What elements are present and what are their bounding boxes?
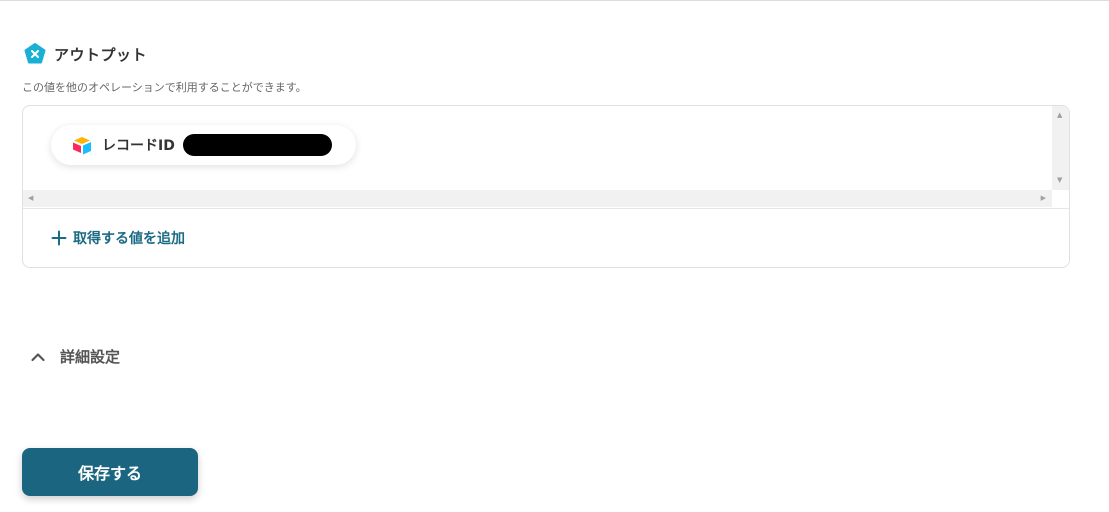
save-button[interactable]: 保存する: [22, 448, 198, 496]
airtable-icon: [73, 137, 91, 155]
advanced-settings-toggle[interactable]: 詳細設定: [30, 346, 120, 367]
scrollbar-corner: [1052, 190, 1069, 207]
output-section-description: この値を他のオペレーションで利用することができます。: [22, 81, 307, 94]
output-item-chip[interactable]: レコードID: [51, 125, 356, 165]
advanced-settings-label: 詳細設定: [60, 348, 121, 366]
vertical-scrollbar[interactable]: ▲ ▼: [1052, 106, 1069, 190]
chevron-up-icon: [31, 352, 45, 361]
output-items-box: レコードID ▲ ▼ ◀ ▶ 取得する値を追加: [22, 105, 1070, 268]
add-value-label: 取得する値を追加: [73, 231, 185, 247]
add-value-button[interactable]: 取得する値を追加: [51, 228, 185, 248]
output-x-icon: [24, 43, 46, 64]
scroll-left-arrow-icon[interactable]: ◀: [28, 195, 33, 202]
output-items-scroll-area[interactable]: レコードID ▲ ▼ ◀ ▶: [23, 106, 1069, 209]
output-item-label: レコードID: [102, 138, 175, 154]
scroll-down-arrow-icon[interactable]: ▼: [1057, 177, 1062, 184]
plus-icon: [51, 230, 67, 246]
scroll-right-arrow-icon[interactable]: ▶: [1041, 195, 1046, 202]
horizontal-scrollbar[interactable]: ◀ ▶: [23, 190, 1052, 207]
output-section-title: アウトプット: [54, 45, 148, 64]
scroll-up-arrow-icon[interactable]: ▲: [1057, 112, 1062, 119]
output-section-header: アウトプット: [24, 43, 147, 65]
redacted-value: [182, 134, 332, 156]
settings-page: アウトプット この値を他のオペレーションで利用することができます。 レコードID…: [0, 0, 1109, 512]
